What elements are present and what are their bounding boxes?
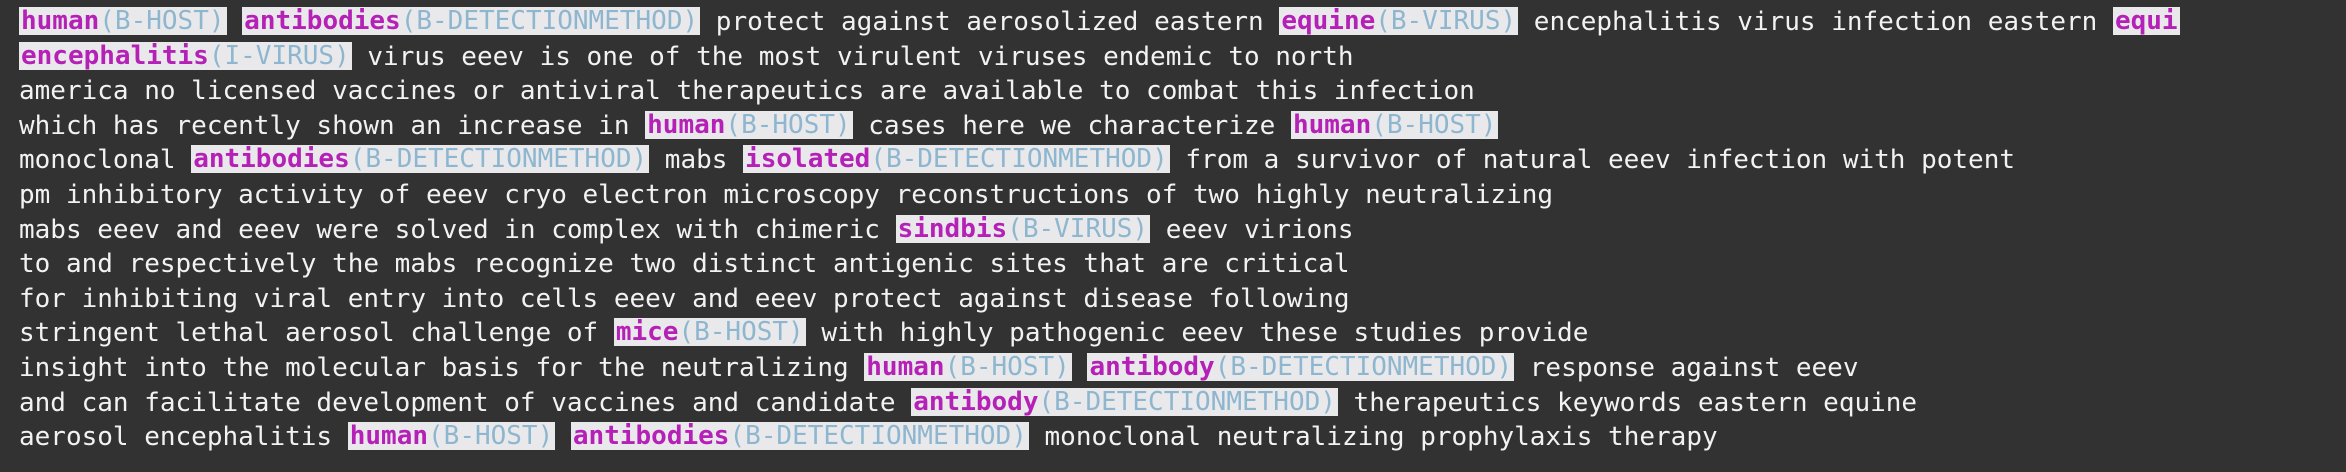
entity-label: (B-VIRUS): [1375, 6, 1517, 36]
entity-tag: human(B-HOST): [1290, 109, 1499, 140]
output-line: mabs eeev and eeev were solved in comple…: [19, 213, 2346, 248]
entity-word: human: [866, 351, 945, 382]
entity-tag: equine(B-VIRUS): [1279, 6, 1519, 36]
entity-tag: human(B-HOST): [864, 351, 1072, 382]
entity-label: (B-DETECTIONMETHOD): [349, 144, 648, 175]
entity-word: human: [21, 6, 100, 36]
entity-word: antibodies: [572, 421, 730, 452]
entity-tag: antibodies(B-DETECTIONMETHOD): [191, 144, 650, 175]
plain-text: which has recently shown an increase in: [19, 110, 646, 141]
plain-text: and can facilitate development of vaccin…: [19, 387, 912, 418]
plain-text: america no licensed vaccines or antivira…: [19, 76, 1475, 107]
output-line: encephalitis(I-VIRUS) virus eeev is one …: [19, 40, 2346, 75]
entity-word: equine: [1281, 6, 1376, 36]
entity-label: (B-DETECTIONMETHOD): [870, 144, 1168, 175]
output-line: stringent lethal aerosol challenge of mi…: [19, 316, 2346, 351]
entity-tag: mice(B-HOST): [613, 317, 806, 348]
plain-text: encephalitis virus infection eastern: [1518, 7, 2113, 37]
entity-word: antibodies: [193, 144, 350, 175]
entity-tag: human(B-HOST): [645, 109, 853, 140]
entity-label: (B-HOST): [944, 351, 1070, 382]
output-line: america no licensed vaccines or antivira…: [19, 74, 2346, 109]
plain-text: mabs eeev and eeev were solved in comple…: [19, 214, 896, 245]
entity-label: (B-DETECTIONMETHOD): [1038, 386, 1336, 417]
entity-label: (I-VIRUS): [208, 40, 350, 71]
entity-word: human: [1292, 109, 1372, 140]
entity-word: human: [349, 421, 429, 452]
output-line: pm inhibitory activity of eeev cryo elec…: [19, 178, 2346, 213]
plain-text: insight into the molecular basis for the…: [19, 352, 865, 383]
entity-tag: antibody(B-DETECTIONMETHOD): [911, 386, 1338, 417]
entity-tag: human(B-HOST): [19, 7, 227, 35]
entity-tag: antibodies(B-DETECTIONMETHOD): [242, 6, 701, 36]
entity-tag: isolated(B-DETECTIONMETHOD): [743, 144, 1170, 175]
entity-tag: encephalitis(I-VIRUS): [19, 40, 352, 71]
terminal-output: human(B-HOST) antibodies(B-DETECTIONMETH…: [0, 0, 2346, 455]
entity-word: antibody: [1089, 351, 1215, 382]
entity-tag: antibodies(B-DETECTIONMETHOD): [570, 421, 1029, 452]
plain-text: aerosol encephalitis: [19, 422, 348, 453]
output-line: monoclonal antibodies(B-DETECTIONMETHOD)…: [19, 143, 2346, 178]
plain-text: [1072, 353, 1088, 383]
entity-label: (B-HOST): [1371, 109, 1497, 140]
plain-text: pm inhibitory activity of eeev cryo elec…: [19, 179, 1554, 210]
plain-text: protect against aerosolized eastern: [700, 7, 1280, 37]
entity-label: (B-HOST): [725, 109, 851, 140]
plain-text: eeev virions: [1150, 214, 1354, 245]
plain-text: with highly pathogenic eeev these studie…: [805, 318, 1589, 349]
entity-tag: sindbis(B-VIRUS): [895, 213, 1151, 244]
plain-text: mabs: [649, 145, 744, 176]
plain-text: [555, 422, 571, 452]
plain-text: stringent lethal aerosol challenge of: [19, 318, 614, 349]
entity-word: isolated: [745, 144, 871, 175]
entity-tag: human(B-HOST): [347, 421, 556, 452]
entity-word: antibodies: [244, 6, 401, 36]
output-line: insight into the molecular basis for the…: [19, 351, 2346, 386]
entity-label: (B-HOST): [99, 6, 225, 36]
output-line: to and respectively the mabs recognize t…: [19, 247, 2346, 282]
plain-text: to and respectively the mabs recognize t…: [19, 249, 1350, 280]
entity-word: human: [647, 109, 726, 140]
output-line: and can facilitate development of vaccin…: [19, 386, 2346, 421]
entity-word: mice: [615, 317, 679, 348]
entity-word: antibody: [913, 386, 1039, 417]
output-line: aerosol encephalitis human(B-HOST) antib…: [19, 420, 2346, 455]
entity-tag: equi: [2112, 6, 2180, 36]
output-line: human(B-HOST) antibodies(B-DETECTIONMETH…: [19, 5, 2346, 40]
plain-text: cases here we characterize: [852, 110, 1291, 141]
plain-text: monoclonal: [19, 145, 192, 176]
entity-label: (B-VIRUS): [1007, 213, 1149, 244]
entity-label: (B-HOST): [678, 317, 804, 348]
entity-word: encephalitis: [21, 40, 209, 71]
entity-label: (B-DETECTIONMETHOD): [400, 6, 699, 36]
plain-text: response against eeev: [1514, 352, 1859, 383]
entity-tag: antibody(B-DETECTIONMETHOD): [1087, 351, 1515, 382]
plain-text: [227, 7, 243, 37]
plain-text: from a survivor of natural eeev infectio…: [1169, 145, 2016, 176]
plain-text: for inhibiting viral entry into cells ee…: [19, 283, 1350, 314]
entity-label: (B-DETECTIONMETHOD): [1214, 351, 1513, 382]
entity-word: equi: [2114, 6, 2178, 36]
plain-text: virus eeev is one of the most virulent v…: [351, 41, 1354, 72]
entity-word: sindbis: [897, 213, 1008, 244]
output-line: for inhibiting viral entry into cells ee…: [19, 282, 2346, 317]
plain-text: monoclonal neutralizing prophylaxis ther…: [1028, 422, 1718, 453]
entity-label: (B-DETECTIONMETHOD): [729, 421, 1027, 452]
output-line: which has recently shown an increase in …: [19, 109, 2346, 144]
plain-text: therapeutics keywords eastern equine: [1337, 387, 1918, 418]
entity-label: (B-HOST): [428, 421, 554, 452]
